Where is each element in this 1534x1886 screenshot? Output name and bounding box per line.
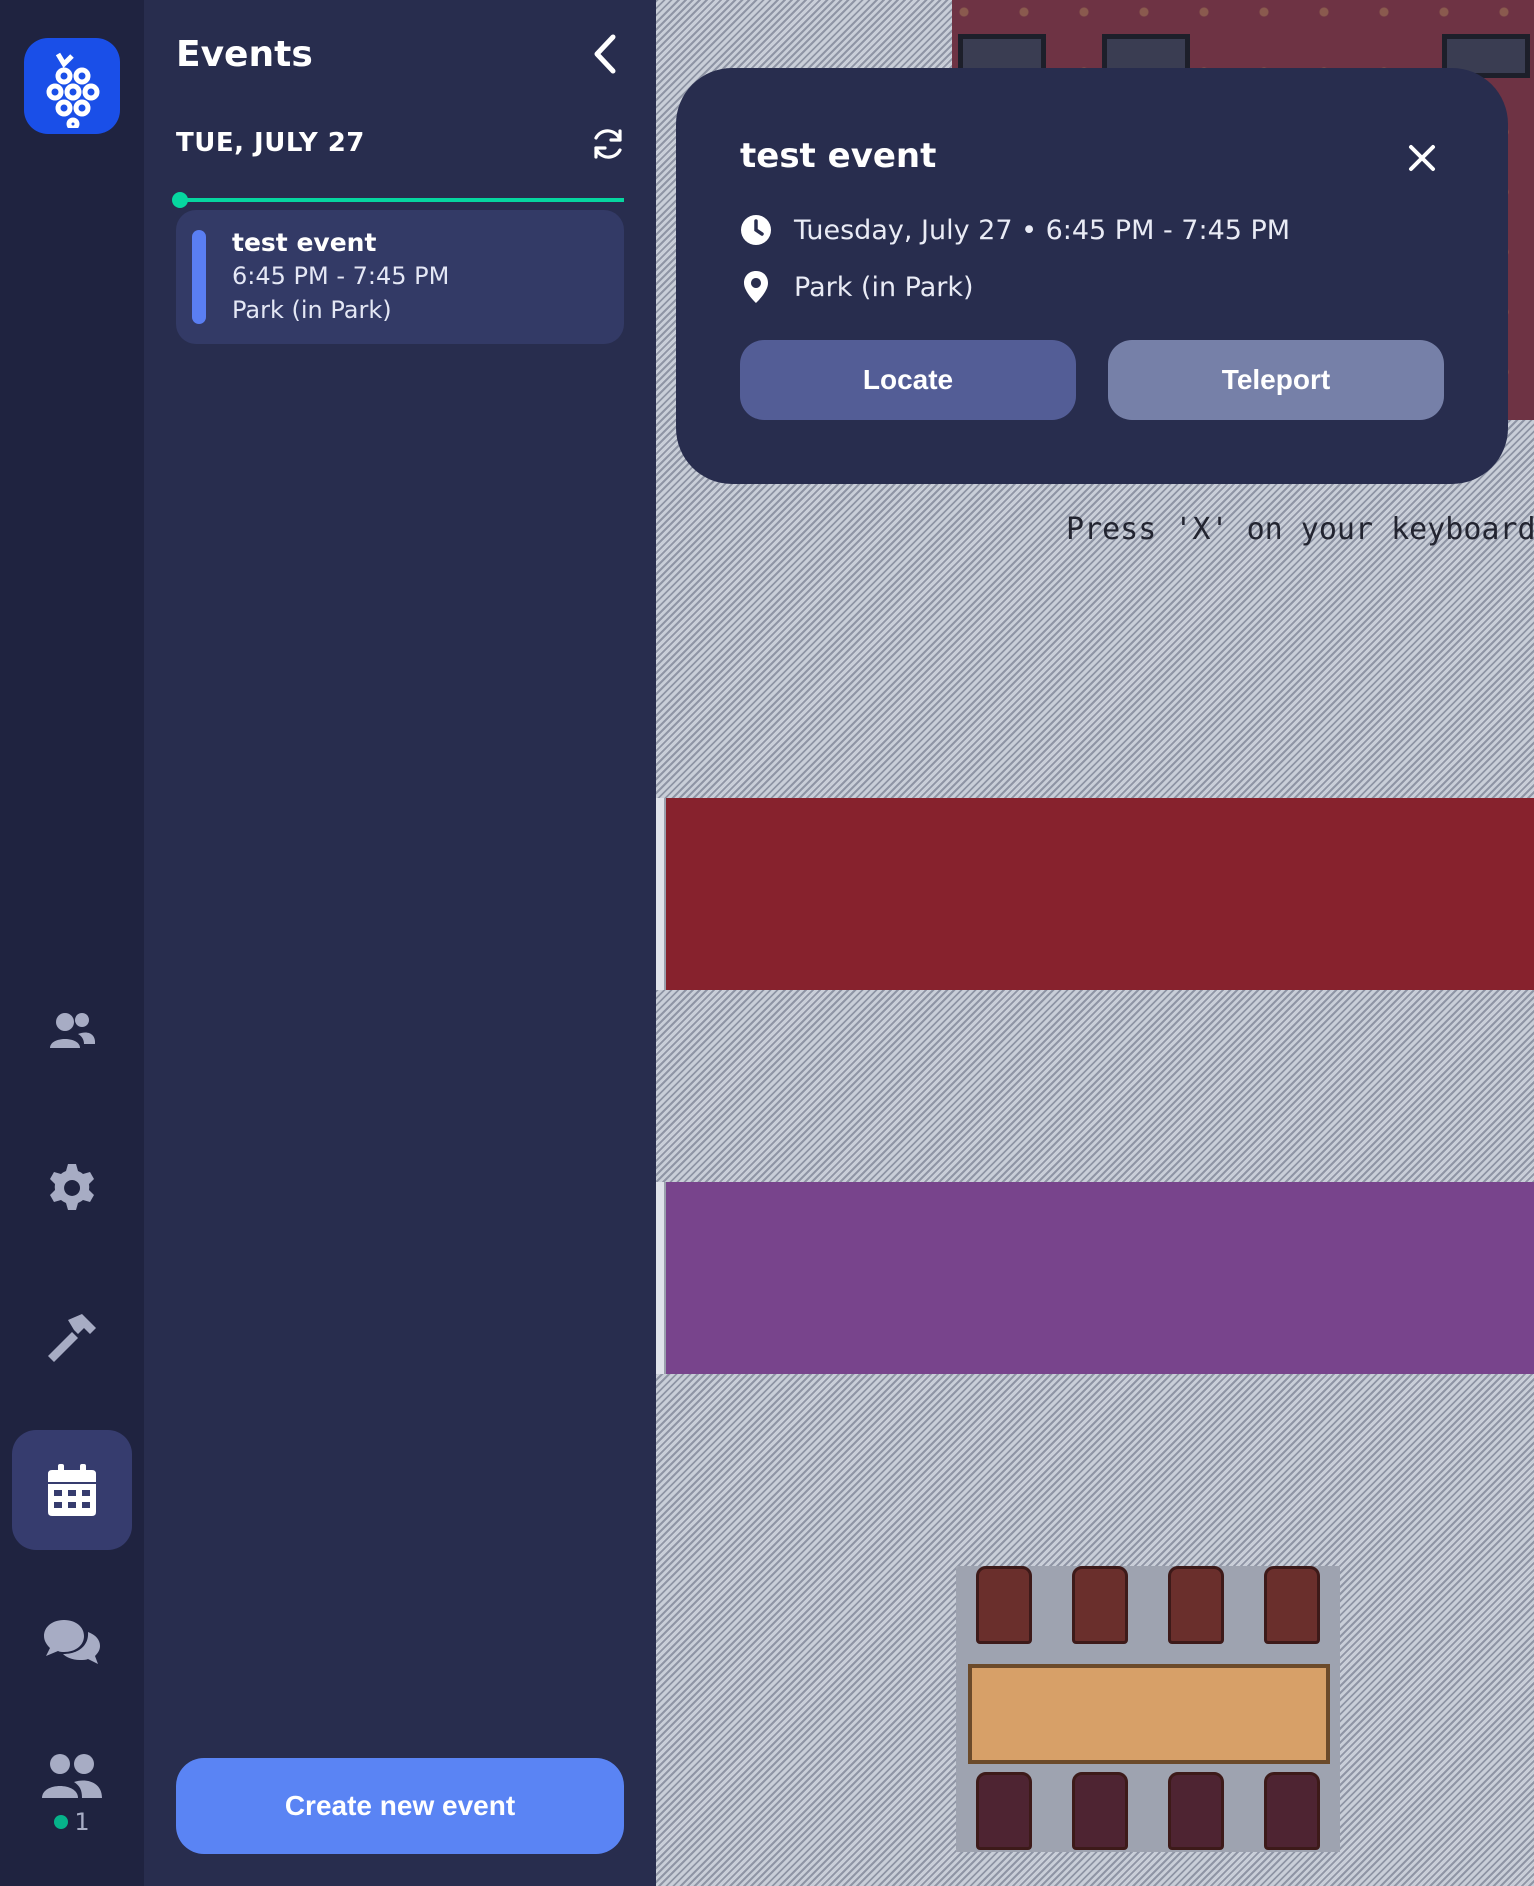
refresh-button[interactable] [588,124,628,164]
sidebar-item-calendar[interactable] [12,1430,132,1550]
map-chair [1168,1772,1224,1850]
calendar-icon [48,1464,96,1516]
event-card[interactable]: test event 6:45 PM - 7:45 PM Park (in Pa… [176,210,624,344]
event-datetime-row: Tuesday, July 27 • 6:45 PM - 7:45 PM [740,214,1290,246]
map-chair [976,1772,1032,1850]
people-icon [42,1754,102,1798]
map-chair [1072,1772,1128,1850]
event-datetime: Tuesday, July 27 • 6:45 PM - 7:45 PM [794,214,1291,246]
map-wall [656,798,666,990]
map-chair [1072,1566,1128,1644]
close-icon [1409,145,1435,171]
event-location: Park (in Park) [794,271,974,303]
event-location-row: Park (in Park) [740,270,974,304]
map-purple-zone [666,1182,1534,1374]
close-popup-button[interactable] [1400,136,1444,180]
events-panel: Events TUE, JULY 27 test event 6:45 PM -… [144,0,656,1886]
map-table [968,1664,1330,1764]
map-chair [1264,1566,1320,1644]
online-count-label: 1 [74,1808,90,1836]
event-location: Park (in Park) [232,296,392,324]
event-color-bar [192,230,206,324]
logo-icon [46,52,100,128]
map-red-zone [666,798,1534,990]
timeline-knob [172,192,188,208]
gear-icon [50,1164,94,1210]
chat-icon [44,1620,100,1664]
popup-title: test event [740,136,937,176]
sidebar-item-participants[interactable] [12,972,132,1092]
online-count: 1 [0,1808,144,1836]
clock-icon [741,215,771,245]
online-dot [54,1815,69,1829]
panel-title: Events [176,34,313,75]
hammer-icon [48,1314,96,1362]
icon-rail: 1 [0,0,144,1886]
users-icon [50,1013,96,1048]
map-sign-text: Press 'X' on your keyboard to int [1066,512,1534,547]
sidebar-item-settings[interactable] [12,1128,132,1248]
sidebar-item-build[interactable] [12,1278,132,1398]
collapse-panel-button[interactable] [580,30,628,78]
app-logo[interactable] [24,38,120,134]
event-details-popup: test event Tuesday, July 27 • 6:45 PM - … [676,68,1508,484]
map-wall [656,1182,666,1374]
create-event-button[interactable]: Create new event [176,1758,624,1854]
sidebar-item-chat[interactable] [12,1582,132,1702]
map-chair [976,1566,1032,1644]
current-time-indicator [172,192,624,208]
teleport-button[interactable]: Teleport [1108,340,1444,420]
event-name: test event [232,228,377,257]
chevron-left-icon [594,34,616,74]
event-time: 6:45 PM - 7:45 PM [232,262,450,290]
map-chair [1264,1772,1320,1850]
date-header: TUE, JULY 27 [176,128,365,158]
map-table-set [956,1566,1340,1852]
map-chair [1168,1566,1224,1644]
map-pin-icon [744,271,768,303]
locate-button[interactable]: Locate [740,340,1076,420]
refresh-icon [594,129,622,159]
